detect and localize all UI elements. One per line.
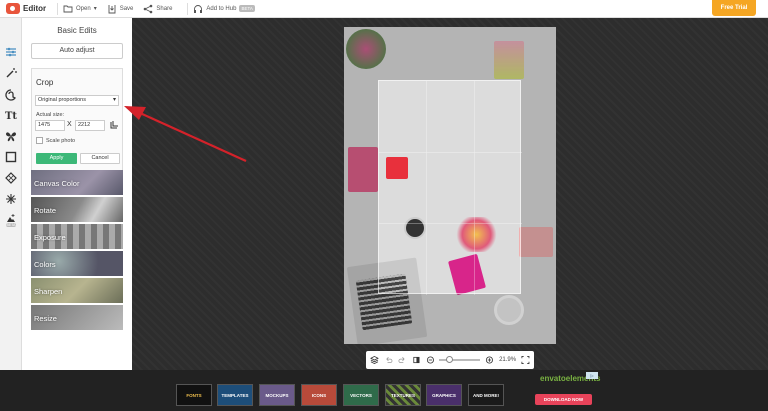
- ad-thumb[interactable]: ICONS: [301, 384, 337, 406]
- ad-thumb[interactable]: GRAPHICS: [426, 384, 462, 406]
- download-now-button[interactable]: DOWNLOAD NOW: [535, 394, 592, 405]
- ad-choices-icon[interactable]: ▷: [586, 372, 598, 379]
- ad-thumb[interactable]: TEXTURES: [385, 384, 421, 406]
- ad-thumb[interactable]: AND MORE!: [468, 384, 504, 406]
- ad-thumb[interactable]: FONTS: [176, 384, 212, 406]
- annotation-arrow: [124, 106, 247, 163]
- ad-thumb[interactable]: MOCKUPS: [259, 384, 295, 406]
- ad-banner[interactable]: FONTS TEMPLATES MOCKUPS ICONS VECTORS TE…: [0, 370, 768, 411]
- ad-thumb[interactable]: VECTORS: [343, 384, 379, 406]
- ad-thumb[interactable]: TEMPLATES: [217, 384, 253, 406]
